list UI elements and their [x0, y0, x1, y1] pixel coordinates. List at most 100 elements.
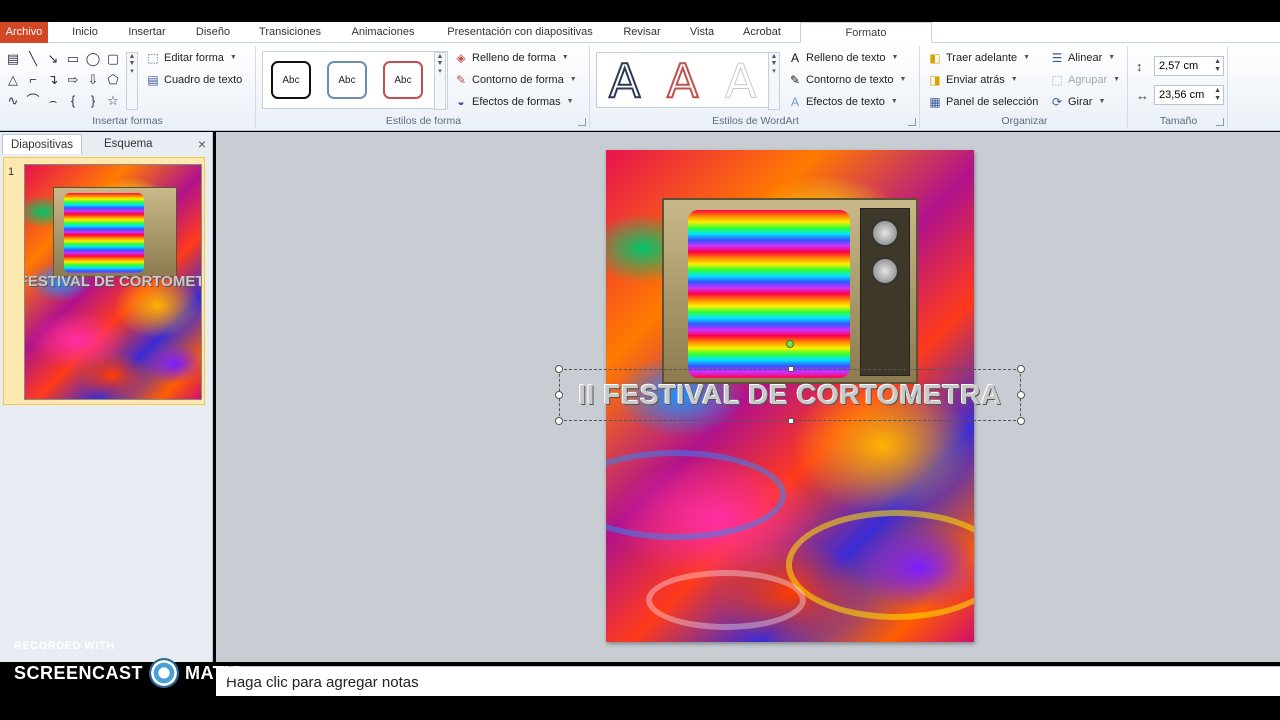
resize-handle-bottom-left[interactable] [555, 417, 563, 425]
slide-thumbnail-item[interactable]: 1 FESTIVAL DE CORTOMETR [3, 157, 205, 405]
tab-transiciones[interactable]: Transiciones [250, 22, 330, 43]
left-brace-shape-icon[interactable]: { [64, 92, 82, 110]
shape-style-red[interactable]: Abc [383, 61, 423, 99]
group-arrange: ◧ Traer adelante ▼ ◨ Enviar atrás ▼ ▦ Pa… [922, 46, 1128, 128]
group-title-size: Tamaño [1159, 115, 1198, 127]
elbow-connector-shape-icon[interactable]: ⌐ [24, 71, 42, 89]
chevron-down-icon: ▼ [1010, 76, 1018, 83]
oval-shape-icon[interactable]: ◯ [84, 50, 102, 68]
wordart-style-red[interactable]: A [666, 54, 699, 108]
tab-insertar[interactable]: Insertar [118, 22, 176, 43]
tab-animaciones[interactable]: Animaciones [340, 22, 426, 43]
watermark-line2: SCREENCAST MATIC [14, 658, 243, 688]
tab-presentaci-n-con-diapositivas[interactable]: Presentación con diapositivas [436, 22, 604, 43]
resize-handle-top-right[interactable] [1017, 365, 1025, 373]
close-icon[interactable]: × [198, 136, 206, 152]
tab-vista[interactable]: Vista [680, 22, 724, 43]
text-fill-button[interactable]: A Relleno de texto ▼ [788, 49, 898, 67]
shape-styles-gallery-scroll[interactable]: ▲ ▼ ▾ [434, 52, 446, 110]
tab-formato[interactable]: Formato [800, 22, 932, 43]
wordart-gallery: A A A [596, 52, 772, 108]
wordart-style-outline[interactable]: A [608, 54, 641, 108]
star-shape-icon[interactable]: ☆ [104, 92, 122, 110]
send-backward-button[interactable]: ◨ Enviar atrás ▼ [928, 71, 1018, 89]
edit-shape-button[interactable]: ⬚ Editar forma ▼ [146, 49, 237, 67]
tab-dise-o[interactable]: Diseño [186, 22, 240, 43]
tv-control-panel [860, 208, 910, 376]
resize-handle-left[interactable] [555, 391, 563, 399]
rotate-label: Girar [1068, 96, 1093, 108]
selection-pane-button[interactable]: ▦ Panel de selección [928, 93, 1038, 111]
resize-handle-top[interactable] [788, 366, 794, 372]
spin-arrows-icon[interactable]: ▲ ▼ [1214, 87, 1221, 103]
triangle-shape-icon[interactable]: △ [4, 71, 22, 89]
tab-revisar[interactable]: Revisar [614, 22, 670, 43]
shapes-gallery-scroll[interactable]: ▲ ▼ ▾ [126, 52, 138, 110]
arc-shape-icon[interactable]: ⌒ [24, 92, 42, 110]
selection-pane-icon: ▦ [929, 95, 941, 109]
line-shape-icon[interactable]: ╲ [24, 50, 42, 68]
notes-pane[interactable]: Haga clic para agregar notas [216, 666, 1280, 696]
resize-handle-top-left[interactable] [555, 365, 563, 373]
shape-height-icon: ↕ [1136, 59, 1143, 74]
freeform-shape-icon[interactable]: ⌢ [44, 92, 62, 110]
resize-handle-bottom-right[interactable] [1017, 417, 1025, 425]
tab-acrobat[interactable]: Acrobat [734, 22, 790, 43]
arrow-line-shape-icon[interactable]: ↘ [44, 50, 62, 68]
shape-height-input[interactable]: 2,57 cm ▲ ▼ [1154, 56, 1224, 76]
text-outline-button[interactable]: ✎ Contorno de texto ▼ [788, 71, 906, 89]
ribbon-format: ▤ ╲ ↘ ▭ ◯ ▢ △ ⌐ ↴ ⇨ ⇩ ⬠ ∿ ⌒ ⌢ { } ☆ ▲ ▼ ▾ [0, 43, 1280, 131]
shape-width-input[interactable]: 23,56 cm ▲ ▼ [1154, 85, 1224, 105]
text-box-shape-icon[interactable]: ▤ [4, 50, 22, 68]
spin-arrows-icon[interactable]: ▲ ▼ [1214, 58, 1221, 74]
tab-archivo[interactable]: Archivo [0, 22, 48, 43]
tab-outline[interactable]: Esquema [96, 134, 161, 154]
send-backward-label: Enviar atrás [946, 74, 1005, 86]
curve-shape-icon[interactable]: ∿ [4, 92, 22, 110]
tab-inicio[interactable]: Inicio [58, 22, 112, 43]
rotation-handle[interactable] [786, 340, 794, 348]
selected-title-textbox[interactable]: II FESTIVAL DE CORTOMETRA [555, 340, 1025, 425]
shape-style-blue[interactable]: Abc [327, 61, 367, 99]
slides-panel: Diapositivas Esquema × 1 FESTIVAL DE COR… [0, 132, 213, 662]
dialog-launcher-icon[interactable] [1216, 118, 1224, 126]
group-button[interactable]: ⬚ Agrupar ▼ [1050, 71, 1120, 89]
rotate-button[interactable]: ⟳ Girar ▼ [1050, 93, 1105, 111]
thumb-tv-screen [64, 193, 144, 273]
shape-style-black[interactable]: Abc [271, 61, 311, 99]
rectangle-shape-icon[interactable]: ▭ [64, 50, 82, 68]
slide-thumbnail[interactable]: FESTIVAL DE CORTOMETR [24, 164, 202, 400]
group-icon: ⬚ [1051, 73, 1063, 87]
shape-style-black-label: Abc [282, 74, 300, 86]
ribbon-tab-bar: Archivo Inicio Insertar Diseño Transiciones A… [0, 22, 1280, 43]
dialog-launcher-icon[interactable] [578, 118, 586, 126]
group-title-shape-styles: Estilos de forma [385, 115, 462, 127]
shape-outline-button[interactable]: ✎ Contorno de forma ▼ [454, 71, 577, 89]
wordart-gallery-scroll[interactable]: ▲ ▼ ▾ [768, 52, 780, 110]
shape-fill-button[interactable]: ◈ Relleno de forma ▼ [454, 49, 568, 67]
shape-effects-button[interactable]: ◒ Efectos de formas ▼ [454, 93, 573, 111]
down-arrow-shape-icon[interactable]: ⇩ [84, 71, 102, 89]
bring-forward-button[interactable]: ◧ Traer adelante ▼ [928, 49, 1030, 67]
group-title-arrange: Organizar [1001, 115, 1048, 127]
tv-image [662, 198, 918, 384]
right-arrow-shape-icon[interactable]: ⇨ [64, 71, 82, 89]
shape-fill-label: Relleno de forma [472, 52, 556, 64]
resize-handle-bottom[interactable] [788, 418, 794, 424]
align-button[interactable]: ☰ Alinear ▼ [1050, 49, 1116, 67]
dialog-launcher-icon[interactable] [908, 118, 916, 126]
text-box-button[interactable]: ▤ Cuadro de texto [146, 71, 242, 89]
shape-width-icon: ↔ [1136, 88, 1149, 103]
resize-handle-right[interactable] [1017, 391, 1025, 399]
group-shape-styles: Abc Abc Abc ▲ ▼ ▾ ◈ Relleno de forma ▼ ✎ C… [258, 46, 590, 128]
text-effects-button[interactable]: A Efectos de texto ▼ [788, 93, 898, 111]
right-brace-shape-icon[interactable]: } [84, 92, 102, 110]
slide-title-text[interactable]: II FESTIVAL DE CORTOMETRA [560, 379, 1020, 411]
pentagon-shape-icon[interactable]: ⬠ [104, 71, 122, 89]
thumb-tv-image [53, 187, 177, 277]
wordart-style-light[interactable]: A [724, 55, 756, 108]
rounded-rectangle-shape-icon[interactable]: ▢ [104, 50, 122, 68]
bring-forward-label: Traer adelante [946, 52, 1018, 64]
elbow-arrow-shape-icon[interactable]: ↴ [44, 71, 62, 89]
tab-slides[interactable]: Diapositivas [2, 134, 82, 154]
